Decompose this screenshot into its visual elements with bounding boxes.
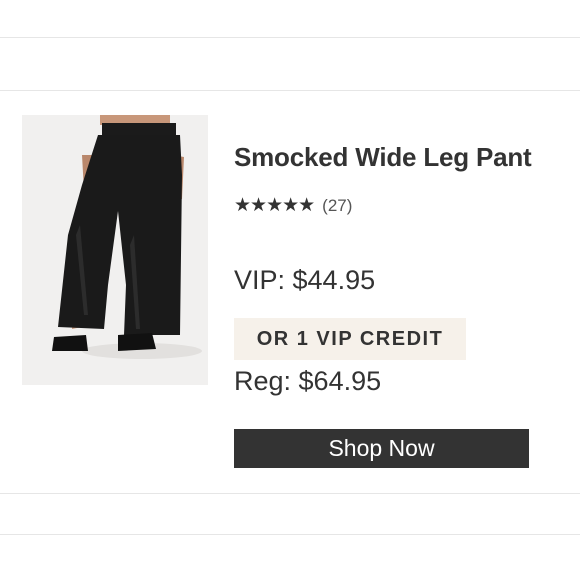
product-title[interactable]: Smocked Wide Leg Pant <box>234 142 532 173</box>
section-divider <box>0 90 580 91</box>
review-count: (27) <box>322 196 353 215</box>
shop-now-button[interactable]: Shop Now <box>234 429 529 468</box>
pants-photo-icon <box>22 115 208 385</box>
product-rating[interactable]: ★★★★★ (27) <box>234 196 352 216</box>
vip-credit-badge: OR 1 VIP CREDIT <box>234 318 466 360</box>
regular-price: Reg: $64.95 <box>234 366 382 396</box>
product-listing-page: Smocked Wide Leg Pant ★★★★★ (27) VIP: $4… <box>0 0 580 580</box>
star-rating-icon: ★★★★★ <box>234 195 315 216</box>
vip-price: VIP: $44.95 <box>234 265 376 295</box>
product-image[interactable] <box>22 115 208 385</box>
section-divider <box>0 534 580 535</box>
section-divider <box>0 37 580 38</box>
section-divider <box>0 493 580 494</box>
